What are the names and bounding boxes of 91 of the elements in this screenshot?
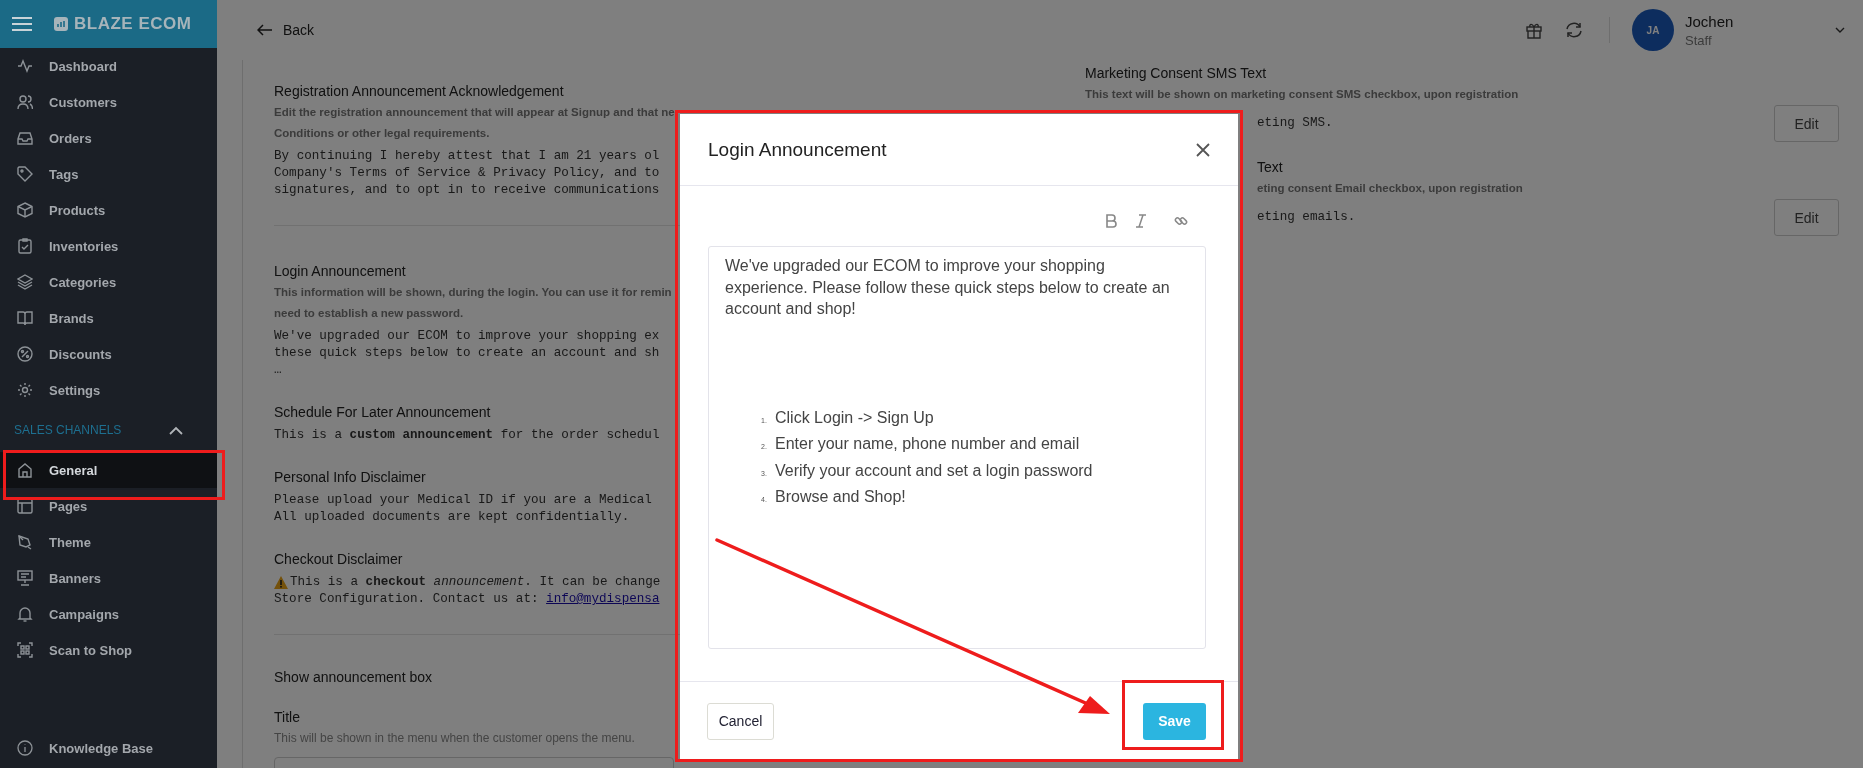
section-description: eting consent Email checkbox, upon registration — [1257, 182, 1523, 194]
refresh-icon[interactable] — [1565, 21, 1583, 39]
section-description: need to establish a new password. — [274, 306, 464, 321]
chevron-up-icon[interactable] — [169, 425, 183, 435]
email-link[interactable]: info@mydispensa — [546, 592, 660, 606]
section-description: This text will be shown on marketing consent SMS checkbox, upon registration — [1085, 88, 1519, 100]
step-text: Verify your account and set a login password — [775, 460, 1093, 481]
sidebar-item[interactable]: Dashboard — [0, 48, 217, 84]
step-text: Browse and Shop! — [775, 487, 906, 507]
section-label: SALES CHANNELS — [14, 423, 122, 437]
sidebar-item[interactable]: Inventories — [0, 228, 217, 264]
setting-value: Please upload your Medical ID if you are a Medical — [274, 492, 652, 509]
setting-value: … — [274, 362, 282, 379]
section-description: Edit the registration announcement that will appear at Signup and that ne — [274, 105, 675, 120]
setting-value: By continuing I hereby attest that I am 21 years ol — [274, 148, 660, 165]
user-role: Staff — [1685, 32, 1713, 48]
sidebar-item[interactable]: Campaigns — [0, 596, 217, 632]
setting-value: signatures, and to opt in to receive communications — [274, 182, 660, 199]
sidebar-item[interactable]: Banners — [0, 560, 217, 596]
setting-value: All uploaded documents are kept confidentially. — [274, 509, 630, 526]
back-button[interactable]: Back — [257, 22, 315, 38]
menu-icon[interactable] — [12, 17, 32, 31]
section-title: Schedule For Later Announcement — [274, 403, 491, 422]
sidebar-item[interactable]: Customers — [0, 84, 217, 120]
settings-icon — [17, 382, 33, 398]
pen-nib-icon — [17, 534, 33, 550]
italic-icon[interactable] — [1134, 214, 1148, 228]
sidebar-item[interactable]: Settings — [0, 372, 217, 408]
setting-value: eting emails. — [1257, 209, 1356, 226]
field-hint: This will be shown in the menu when the customer opens the menu. — [274, 731, 635, 745]
setting-value: Company's Terms of Service & Privacy Policy, and to — [274, 165, 660, 182]
sidebar-item[interactable]: Knowledge Base — [0, 730, 217, 766]
setting-value: This is a custom announcement for the order schedul — [274, 427, 660, 444]
section-title: Text — [1257, 159, 1283, 175]
caret-icon[interactable] — [1835, 27, 1845, 33]
text-editor[interactable] — [708, 246, 1206, 649]
setting-value: Store Configuration. Contact us at: — [274, 592, 539, 606]
percent-icon — [17, 346, 33, 362]
setting-value: these quick steps below to create an account and sh — [274, 345, 660, 362]
edit-button[interactable]: Edit — [1774, 105, 1839, 142]
brand-name: BLAZE ECOM — [74, 14, 192, 34]
pulse-icon — [17, 58, 33, 74]
section-title: Login Announcement — [274, 262, 406, 281]
section-description: This information will be shown, during the login. You can use it for remin — [274, 285, 672, 300]
sidebar-item[interactable]: Discounts — [0, 336, 217, 372]
section-title: Personal Info Disclaimer — [274, 468, 426, 487]
logo-icon — [54, 17, 68, 31]
sidebar-item[interactable]: Orders — [0, 120, 217, 156]
cube-icon — [17, 202, 33, 218]
warning-icon — [274, 576, 288, 589]
tag-icon — [17, 166, 33, 182]
section-title: Checkout Disclaimer — [274, 550, 403, 569]
qr-code-icon — [17, 642, 33, 658]
bold-icon[interactable] — [1104, 214, 1118, 228]
people-icon — [17, 94, 33, 110]
section-description: Conditions or other legal requirements. — [274, 126, 490, 141]
user-name: Jochen — [1685, 12, 1735, 30]
tray-icon — [17, 130, 33, 146]
setting-value: This is a checkout announcement. It can be change — [290, 574, 661, 591]
book-icon — [17, 310, 33, 326]
dialog-title: Login Announcement — [708, 138, 887, 161]
monitor-icon — [17, 570, 33, 586]
layout-icon — [17, 498, 33, 514]
info-icon — [17, 740, 33, 756]
sidebar-item[interactable]: Categories — [0, 264, 217, 300]
sidebar-item[interactable]: Brands — [0, 300, 217, 336]
sidebar-item[interactable]: General — [0, 452, 217, 488]
section-title: Show announcement box — [274, 669, 432, 685]
house-icon — [17, 462, 33, 478]
close-icon[interactable] — [1195, 141, 1211, 158]
sidebar-item[interactable]: Tags — [0, 156, 217, 192]
clipboard-icon — [17, 238, 33, 254]
field-label: Title — [274, 709, 300, 725]
section-title: Registration Announcement Acknowledgement — [274, 82, 564, 101]
sidebar-item[interactable]: Pages — [0, 488, 217, 524]
back-arrow-icon — [257, 24, 273, 36]
step-text: Click Login -> Sign Up — [775, 407, 934, 428]
cancel-button[interactable]: Cancel — [707, 702, 774, 740]
sidebar-item[interactable]: Scan to Shop — [0, 632, 217, 668]
sidebar-item[interactable]: Products — [0, 192, 217, 228]
gift-icon[interactable] — [1525, 21, 1543, 39]
setting-value: We've upgraded our ECOM to improve your shopping ex — [274, 328, 660, 345]
section-title: Marketing Consent SMS Text — [1085, 65, 1267, 81]
step-text: Enter your name, phone number and email — [775, 434, 1080, 454]
link-icon[interactable] — [1174, 214, 1188, 228]
setting-value: eting SMS. — [1257, 115, 1333, 132]
edit-button[interactable]: Edit — [1774, 199, 1839, 236]
editor-paragraph: We've upgraded our ECOM to improve your shopping experience. Please follow these quick steps below to create an account and shop! — [725, 256, 1171, 319]
bell-icon — [17, 606, 33, 622]
layers-icon — [17, 274, 33, 290]
sidebar-item[interactable]: Theme — [0, 524, 217, 560]
